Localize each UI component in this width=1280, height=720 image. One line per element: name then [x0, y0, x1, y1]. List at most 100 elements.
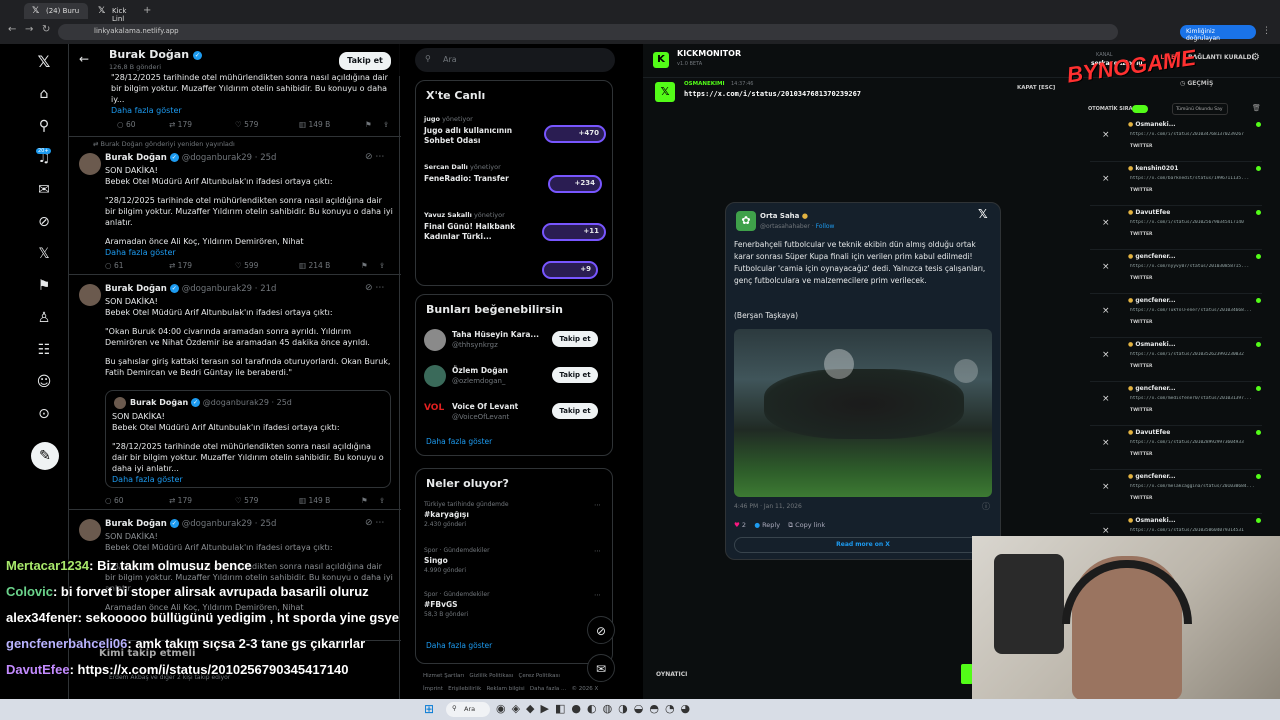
- suggestion-item[interactable]: VOL Voice Of Levant @VoiceOfLevant Takip…: [416, 397, 614, 431]
- queue-item[interactable]: × ● gencfener... https://x.com/TukYolFener…: [1090, 296, 1262, 338]
- read-more-button[interactable]: Read more on X: [734, 537, 992, 553]
- follow-button[interactable]: Takip et: [552, 331, 598, 347]
- like-button[interactable]: ♡ 579: [235, 120, 258, 129]
- tweet-author[interactable]: Burak Doğan ✓ @doganburak29 · 25d: [105, 153, 276, 163]
- tweet-author[interactable]: Burak Doğan ✓ @doganburak29 · 21d: [105, 284, 276, 294]
- queue-item[interactable]: × ● DavutEfee https://x.com/i/status/20102…: [1090, 208, 1262, 250]
- repost-button[interactable]: ⇄ 179: [169, 496, 192, 505]
- messages-icon[interactable]: ✉: [587, 654, 615, 682]
- queue-item[interactable]: × ● DavutEfee https://x.com/i/status/20102…: [1090, 428, 1262, 470]
- trend-item[interactable]: Spor · Gündemdekiler #FBvGS 58,3 B gönde…: [424, 591, 606, 627]
- grok-icon[interactable]: ⊘ ⋯: [365, 518, 384, 528]
- avatar[interactable]: [79, 519, 101, 541]
- settings-icon[interactable]: ⚙: [1251, 52, 1260, 63]
- current-url[interactable]: https://x.com/i/status/20103476813702392…: [684, 90, 861, 98]
- grok-icon[interactable]: ⊘: [32, 214, 56, 230]
- queue-item[interactable]: × ● Osmaneki... https://x.com/i/status/201…: [1090, 340, 1262, 382]
- queue-item[interactable]: × ● kenshin0201 https://x.com/barknedit/st…: [1090, 164, 1262, 206]
- forward-icon[interactable]: →: [25, 24, 33, 35]
- remove-icon[interactable]: ×: [1102, 394, 1110, 404]
- tab-kick-linker[interactable]: 𝕏 Kick Linl: [90, 3, 140, 23]
- live-space[interactable]: jugo yönetiyor Jugo adlı kullanıcının So…: [424, 115, 606, 151]
- queue-url[interactable]: https://x.com/nyyvy07/status/20103085871…: [1130, 264, 1260, 269]
- listener-count[interactable]: +9: [542, 261, 598, 279]
- queue-url[interactable]: https://x.com/barknedit/status/199671113…: [1130, 176, 1260, 181]
- follow-link[interactable]: Follow: [816, 223, 835, 230]
- copy-link[interactable]: Copy link: [795, 521, 825, 529]
- queue-url[interactable]: https://x.com/medisfener0/status/2010313…: [1130, 396, 1260, 401]
- remove-icon[interactable]: ×: [1102, 438, 1110, 448]
- remove-icon[interactable]: ×: [1102, 306, 1110, 316]
- tweet[interactable]: ⇄ Burak Doğan gönderiyi yeniden yayınlad…: [69, 137, 401, 275]
- bookmark-icon[interactable]: ⚑: [361, 261, 368, 270]
- home-icon[interactable]: ⌂: [32, 86, 56, 102]
- queue-url[interactable]: https://x.com/TukYolFener/status/2010346…: [1130, 308, 1260, 313]
- remove-icon[interactable]: ×: [1102, 174, 1110, 184]
- queue-url[interactable]: https://x.com/i/status/20103506040793145…: [1130, 528, 1260, 533]
- grok-icon[interactable]: ⊘: [587, 616, 615, 644]
- remove-icon[interactable]: ×: [1102, 218, 1110, 228]
- mark-all-read-button[interactable]: Tümünü Okundu Say: [1172, 103, 1228, 115]
- show-more-link[interactable]: Daha fazla göster: [112, 474, 386, 485]
- reply-button[interactable]: ○ 60: [105, 496, 123, 505]
- reply-button[interactable]: ○ 61: [105, 261, 123, 270]
- compose-button[interactable]: ✎: [31, 442, 59, 470]
- trend-item[interactable]: Türkiye tarihinde gündemde #karyağışı 2.…: [424, 501, 606, 537]
- bookmark-icon[interactable]: ⚑: [361, 496, 368, 505]
- remove-icon[interactable]: ×: [1102, 262, 1110, 272]
- follow-button[interactable]: Takip et: [339, 52, 391, 70]
- follow-button[interactable]: Takip et: [552, 403, 598, 419]
- premium-icon[interactable]: 𝕏: [32, 246, 56, 262]
- more-icon[interactable]: ⊙: [32, 406, 56, 422]
- search-icon[interactable]: ⚲: [32, 118, 56, 134]
- queue-item[interactable]: × ● gencfener... https://x.com/medisfener0…: [1090, 384, 1262, 426]
- queue-item[interactable]: × ● Osmaneki... https://x.com/i/status/201…: [1090, 120, 1262, 162]
- reply-button[interactable]: ○ 60: [117, 120, 135, 129]
- menu-icon[interactable]: ⋮: [1262, 26, 1271, 36]
- tweet-author[interactable]: Burak Doğan ✓ @doganburak29 · 25d: [105, 519, 276, 529]
- avatar[interactable]: [79, 284, 101, 306]
- views-button[interactable]: ▥ 214 B: [299, 261, 330, 270]
- follow-button[interactable]: Takip et: [552, 367, 598, 383]
- embed-photo[interactable]: [734, 329, 992, 497]
- info-icon[interactable]: ⓘ: [982, 501, 990, 512]
- communities-icon[interactable]: ☷: [32, 342, 56, 358]
- like-button[interactable]: ♡ 579: [235, 496, 258, 505]
- views-button[interactable]: ▥ 149 B: [299, 120, 330, 129]
- repost-button[interactable]: ⇄ 179: [169, 261, 192, 270]
- bookmark-icon[interactable]: ⚑: [365, 120, 372, 129]
- heart-icon[interactable]: ♥: [734, 521, 740, 529]
- show-more-link[interactable]: Daha fazla göster: [105, 247, 393, 258]
- suggestion-item[interactable]: Özlem Doğan @ozlemdogan_ Takip et: [416, 361, 614, 395]
- profile-icon[interactable]: ☺: [32, 374, 56, 390]
- trend-item[interactable]: Spor · Gündemdekiler Singo 4.990 gönderi…: [424, 547, 606, 583]
- like-button[interactable]: ♡ 599: [235, 261, 258, 270]
- suggestion-item[interactable]: Taha Hüseyin Kara... @thhsynkrgz Takip e…: [416, 325, 614, 359]
- share-icon[interactable]: ⇪: [379, 261, 385, 270]
- reply-link[interactable]: Reply: [762, 521, 780, 529]
- share-icon[interactable]: ⇪: [383, 120, 389, 129]
- trash-icon[interactable]: 🗑: [1252, 104, 1261, 112]
- queue-url[interactable]: https://x.com/i/status/20103526239922300…: [1130, 352, 1260, 357]
- jobs-icon[interactable]: ♙: [32, 310, 56, 326]
- queue-url[interactable]: https://x.com/i/status/20103476813702392…: [1130, 132, 1260, 137]
- remove-icon[interactable]: ×: [1102, 482, 1110, 492]
- tab-x[interactable]: 𝕏 (24) Buru: [24, 3, 88, 19]
- queue-url[interactable]: https://x.com/melakcaggina/status/201030…: [1130, 484, 1260, 489]
- queue-url[interactable]: https://x.com/i/status/20102899299736049…: [1130, 440, 1260, 445]
- remove-icon[interactable]: ×: [1102, 130, 1110, 140]
- copy-link-icon[interactable]: ⧉: [788, 521, 793, 529]
- grok-icon[interactable]: ⊘ ⋯: [365, 283, 384, 293]
- grok-icon[interactable]: ⊘ ⋯: [365, 152, 384, 162]
- share-icon[interactable]: ⇪: [379, 496, 385, 505]
- search-input[interactable]: ⚲ Ara: [415, 48, 615, 72]
- taskbar-search[interactable]: ⚲ Ara: [446, 702, 490, 717]
- repost-button[interactable]: ⇄ 179: [169, 120, 192, 129]
- address-bar[interactable]: linkyakalama.netlify.app: [58, 24, 1118, 40]
- auto-queue-toggle[interactable]: [1132, 105, 1148, 113]
- avatar[interactable]: [79, 153, 101, 175]
- reload-icon[interactable]: ↻: [42, 24, 50, 35]
- views-button[interactable]: ▥ 149 B: [299, 496, 330, 505]
- more-icon[interactable]: ⋯: [594, 547, 601, 555]
- quoted-tweet[interactable]: Burak Doğan ✓ @doganburak29 · 25d SON DA…: [105, 390, 391, 488]
